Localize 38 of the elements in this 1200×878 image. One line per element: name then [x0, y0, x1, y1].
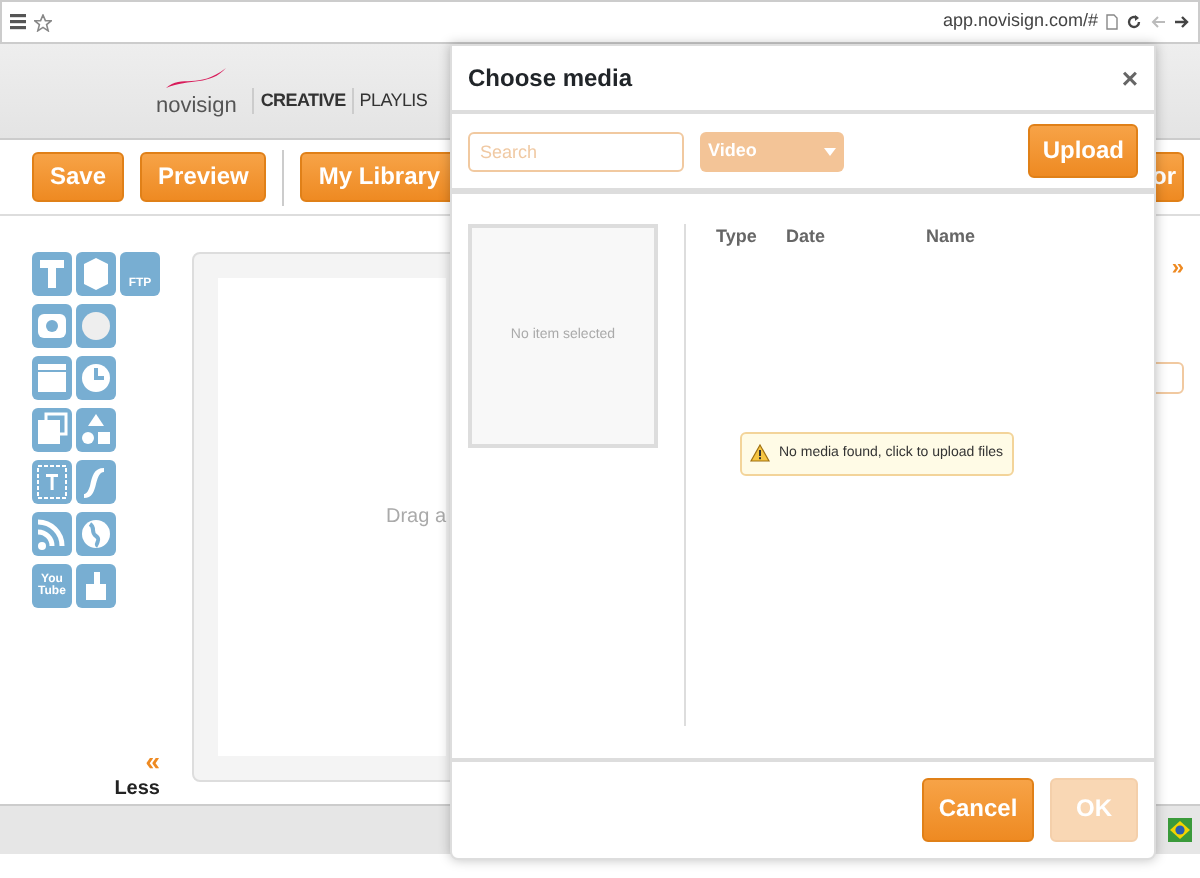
- modal-title: Choose media: [468, 62, 633, 96]
- close-button[interactable]: ×: [1121, 64, 1138, 92]
- tool-clock-icon[interactable]: [76, 356, 116, 400]
- tool-photos-icon[interactable]: [32, 408, 72, 452]
- menu-icon[interactable]: [10, 14, 26, 30]
- back-icon[interactable]: [1150, 14, 1166, 30]
- column-header[interactable]: Type: [716, 224, 786, 251]
- column-header[interactable]: Name: [926, 224, 1046, 251]
- tool-textbox-icon[interactable]: [32, 460, 72, 504]
- search-field[interactable]: Search: [468, 131, 684, 171]
- column-header[interactable]: Date: [786, 224, 926, 251]
- star-icon[interactable]: [34, 13, 52, 31]
- expand-arrow[interactable]: »: [1171, 252, 1184, 285]
- tool-rss-icon[interactable]: [32, 512, 72, 556]
- logo-text: novisign: [156, 91, 237, 121]
- nav-tab[interactable]: PLAYLIS: [351, 87, 434, 114]
- reload-icon[interactable]: [1126, 14, 1142, 30]
- dialog-button[interactable]: Cancel: [922, 778, 1034, 842]
- toolbar-button[interactable]: Preview: [140, 151, 267, 203]
- less-link[interactable]: Less: [114, 774, 160, 804]
- media-type-select[interactable]: Video: [700, 131, 844, 171]
- tool-camera-icon[interactable]: [32, 304, 72, 348]
- tool-flash-icon[interactable]: [76, 460, 116, 504]
- upload-button[interactable]: Upload: [1028, 123, 1138, 179]
- url-text[interactable]: app.novisign.com/#: [942, 8, 1098, 36]
- flag-icon[interactable]: [1168, 818, 1192, 842]
- caret-icon: [824, 147, 836, 155]
- tool-text-icon[interactable]: [32, 252, 72, 296]
- dialog-button: OK: [1050, 778, 1138, 842]
- drop-hint: Drag a: [385, 504, 446, 532]
- page-icon: [1106, 14, 1118, 30]
- collapse-arrow[interactable]: «: [145, 748, 160, 774]
- toolbar-button[interactable]: Save: [32, 151, 125, 203]
- tool-globe-icon[interactable]: [76, 512, 116, 556]
- tool-shapes-icon[interactable]: [76, 408, 116, 452]
- nav-tab[interactable]: CREATIVE: [252, 87, 352, 114]
- forward-icon[interactable]: [1174, 14, 1190, 30]
- warning-icon: [750, 444, 771, 463]
